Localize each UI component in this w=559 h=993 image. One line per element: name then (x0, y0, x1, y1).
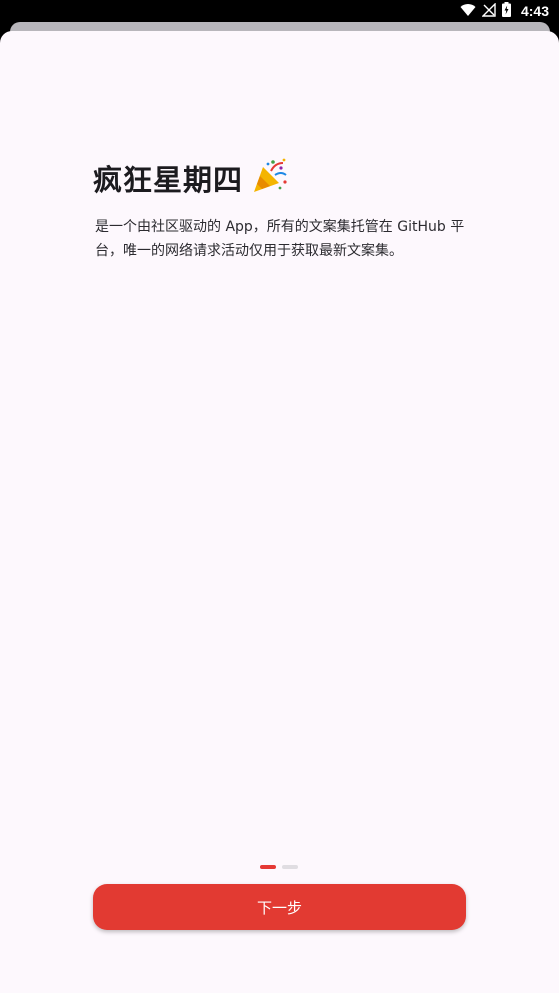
screen: 4:43 疯狂星期四 是一个由社区驱动的 App，所有的文案集托管在 GitHu… (0, 0, 559, 993)
page-indicator-dot-active (260, 865, 276, 869)
status-bar: 4:43 (0, 0, 559, 22)
title-row: 疯狂星期四 (93, 157, 289, 199)
page-title: 疯狂星期四 (93, 163, 244, 197)
no-signal-icon (481, 1, 496, 21)
wifi-icon (460, 2, 476, 21)
page-indicator-dot (282, 865, 298, 869)
battery-charging-icon (501, 1, 511, 21)
party-popper-icon (251, 157, 289, 199)
next-button[interactable]: 下一步 (93, 884, 466, 930)
status-icons: 4:43 (460, 1, 549, 21)
onboarding-sheet: 疯狂星期四 是一个由社区驱动的 App，所有的文案集托管在 GitHub 平台，… (0, 31, 559, 993)
status-time: 4:43 (520, 3, 549, 19)
page-indicator (260, 865, 298, 869)
intro-description: 是一个由社区驱动的 App，所有的文案集托管在 GitHub 平台，唯一的网络请… (95, 219, 465, 259)
